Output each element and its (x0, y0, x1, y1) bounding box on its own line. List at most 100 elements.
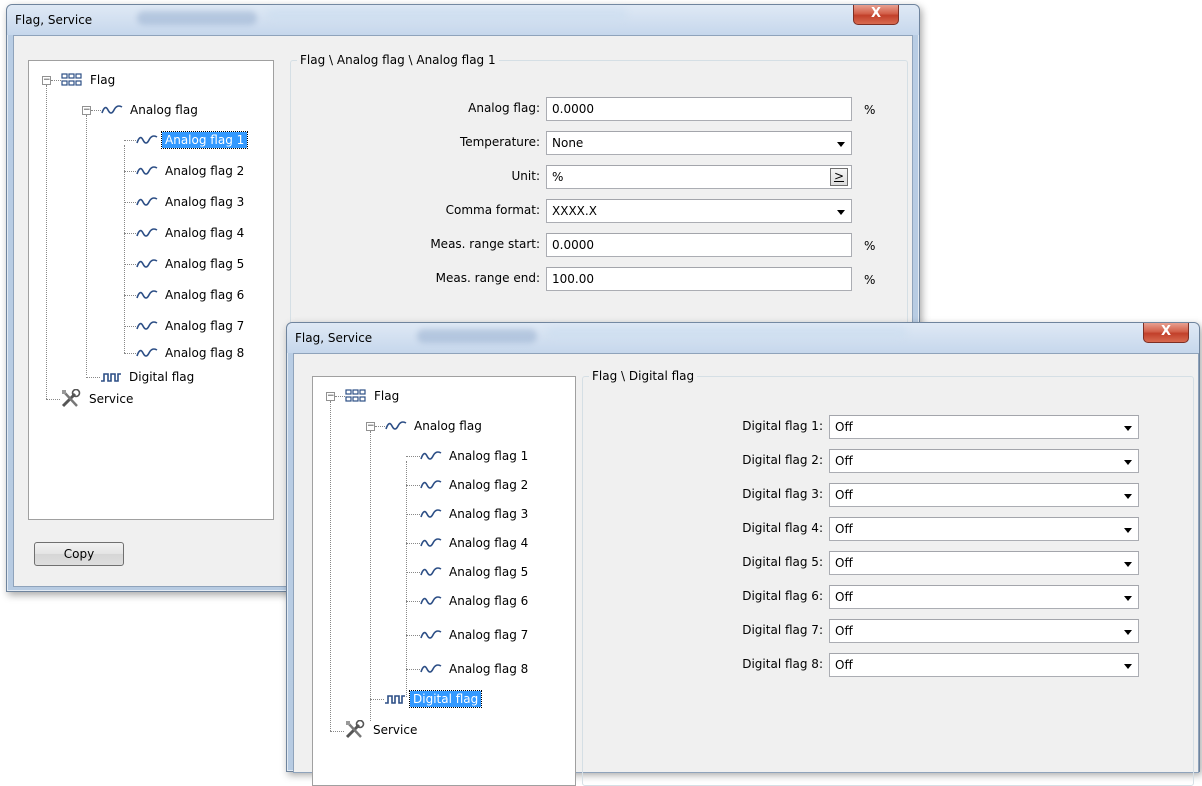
digital-flag-6-label: Digital flag 6: (742, 589, 823, 603)
range-end-label: Meas. range end: (435, 271, 540, 285)
navigation-tree[interactable]: − − Flag Analog flag Analog flag 1 Analo… (312, 376, 576, 786)
collapse-flag-icon[interactable]: − (42, 76, 51, 85)
range-end-unit: % (864, 273, 876, 287)
tree-item-label: Analog flag 1 (160, 131, 249, 149)
tree-item-analog-flag-3[interactable]: Analog flag 3 (136, 191, 247, 213)
tree-item-analog-flag-2[interactable]: Analog flag 2 (136, 160, 247, 182)
digital-flag-1-row: Digital flag 1: Off (742, 415, 1139, 439)
tree-item-analog-flag-2[interactable]: Analog flag 2 (420, 474, 531, 496)
tree-item-label: Analog flag (130, 103, 198, 117)
digital-flag-7-select[interactable]: Off (829, 619, 1139, 643)
digital-flag-2-select[interactable]: Off (829, 449, 1139, 473)
digital-flag-8-value: Off (835, 658, 853, 672)
tree-item-label: Analog flag 8 (449, 662, 529, 676)
tree-item-label: Analog flag (414, 419, 482, 433)
tree-item-analog-flag[interactable]: Analog flag (101, 99, 201, 121)
tree-item-analog-flag-8[interactable]: Analog flag 8 (420, 658, 531, 680)
unit-browse-button[interactable]: > (830, 168, 848, 186)
digital-flag-2-label: Digital flag 2: (742, 453, 823, 467)
tree-item-digital-flag[interactable]: Digital flag (100, 366, 197, 388)
tree-item-analog-flag-5[interactable]: Analog flag 5 (136, 253, 247, 275)
tree-item-label: Analog flag 2 (449, 478, 529, 492)
comma-format-select[interactable]: XXXX.X (546, 199, 852, 223)
digital-flag-5-value: Off (835, 556, 853, 570)
close-button[interactable]: X (853, 5, 899, 25)
analog-wave-icon (136, 228, 158, 237)
analog-wave-icon (420, 538, 442, 547)
tree-item-analog-flag-7[interactable]: Analog flag 7 (136, 315, 247, 337)
tools-icon (61, 389, 81, 408)
tree-item-analog-flag-6[interactable]: Analog flag 6 (136, 284, 247, 306)
tree-item-analog-flag-6[interactable]: Analog flag 6 (420, 590, 531, 612)
copy-button[interactable]: Copy (34, 542, 124, 566)
tree-item-label: Flag (90, 73, 116, 87)
digital-flag-3-value: Off (835, 488, 853, 502)
close-button[interactable]: X (1143, 323, 1189, 343)
tree-item-analog-flag-7[interactable]: Analog flag 7 (420, 624, 531, 646)
digital-flag-1-value: Off (835, 420, 853, 434)
breadcrumb: Flag \ Analog flag \ Analog flag 1 (297, 53, 499, 67)
digital-flag-1-select[interactable]: Off (829, 415, 1139, 439)
navigation-tree[interactable]: − − Flag Analog flag Analog flag 1 Analo… (28, 60, 274, 520)
digital-flag-3-select[interactable]: Off (829, 483, 1139, 507)
tree-item-label: Analog flag 5 (449, 565, 529, 579)
tree-item-label: Analog flag 1 (449, 449, 529, 463)
unit-field[interactable]: % > (546, 165, 852, 189)
chevron-down-icon (1124, 596, 1132, 601)
tree-item-analog-flag-1[interactable]: Analog flag 1 (136, 129, 249, 151)
collapse-analog-icon[interactable]: − (82, 106, 91, 115)
digital-flag-5-row: Digital flag 5: Off (742, 551, 1139, 575)
digital-flag-8-select[interactable]: Off (829, 653, 1139, 677)
tree-item-flag[interactable]: Flag (345, 385, 402, 407)
analog-wave-icon (420, 630, 442, 639)
tree-item-analog-flag-5[interactable]: Analog flag 5 (420, 561, 531, 583)
analog-wave-icon (420, 596, 442, 605)
tree-item-analog-flag-8[interactable]: Analog flag 8 (136, 342, 247, 364)
analog-flag-row: Analog flag: 0.0000 % (468, 97, 886, 121)
analog-flag-input[interactable]: 0.0000 (546, 97, 852, 121)
chevron-down-icon (1124, 528, 1132, 533)
comma-format-row: Comma format: XXXX.X (446, 199, 886, 223)
tree-item-label: Analog flag 7 (449, 628, 529, 642)
tree-item-service[interactable]: Service (344, 719, 420, 741)
window-flag-service-digital: Flag, Service X − − Flag Analog flag Ana… (286, 322, 1200, 786)
range-end-input[interactable]: 100.00 (546, 267, 852, 291)
digital-flag-6-select[interactable]: Off (829, 585, 1139, 609)
tree-item-service[interactable]: Service (60, 388, 136, 410)
tree-item-flag[interactable]: Flag (61, 69, 118, 91)
analog-wave-icon (136, 321, 158, 330)
tree-item-label: Analog flag 7 (165, 319, 245, 333)
range-start-input[interactable]: 0.0000 (546, 233, 852, 257)
tree-item-analog-flag-4[interactable]: Analog flag 4 (420, 532, 531, 554)
flag-grid-icon (345, 389, 366, 402)
collapse-flag-icon[interactable]: − (326, 392, 335, 401)
flag-grid-icon (61, 73, 82, 86)
digital-flag-7-value: Off (835, 624, 853, 638)
digital-flag-5-select[interactable]: Off (829, 551, 1139, 575)
window-client: − − Flag Analog flag Analog flag 1 Analo… (293, 353, 1199, 786)
temperature-select[interactable]: None (546, 131, 852, 155)
title-bar[interactable]: Flag, Service (287, 323, 1199, 353)
tree-item-analog-flag-1[interactable]: Analog flag 1 (420, 445, 531, 467)
chevron-down-icon (837, 210, 845, 215)
unit-value: % (552, 170, 564, 184)
analog-wave-icon (136, 135, 158, 144)
digital-flag-3-label: Digital flag 3: (742, 487, 823, 501)
digital-flag-8-label: Digital flag 8: (742, 657, 823, 671)
digital-flag-1-label: Digital flag 1: (742, 419, 823, 433)
collapse-analog-icon[interactable]: − (366, 422, 375, 431)
analog-wave-icon (420, 664, 442, 673)
tree-item-label: Service (373, 723, 418, 737)
tree-item-analog-flag[interactable]: Analog flag (385, 415, 485, 437)
tree-item-analog-flag-4[interactable]: Analog flag 4 (136, 222, 247, 244)
tree-item-digital-flag[interactable]: Digital flag (384, 688, 483, 710)
unit-label: Unit: (511, 169, 540, 183)
digital-flag-4-select[interactable]: Off (829, 517, 1139, 541)
chevron-down-icon (1124, 630, 1132, 635)
digital-flag-4-label: Digital flag 4: (742, 521, 823, 535)
title-bar[interactable]: Flag, Service (7, 5, 919, 35)
tree-item-label: Analog flag 4 (165, 226, 245, 240)
analog-wave-icon (136, 290, 158, 299)
comma-format-value: XXXX.X (552, 204, 597, 218)
tree-item-analog-flag-3[interactable]: Analog flag 3 (420, 503, 531, 525)
